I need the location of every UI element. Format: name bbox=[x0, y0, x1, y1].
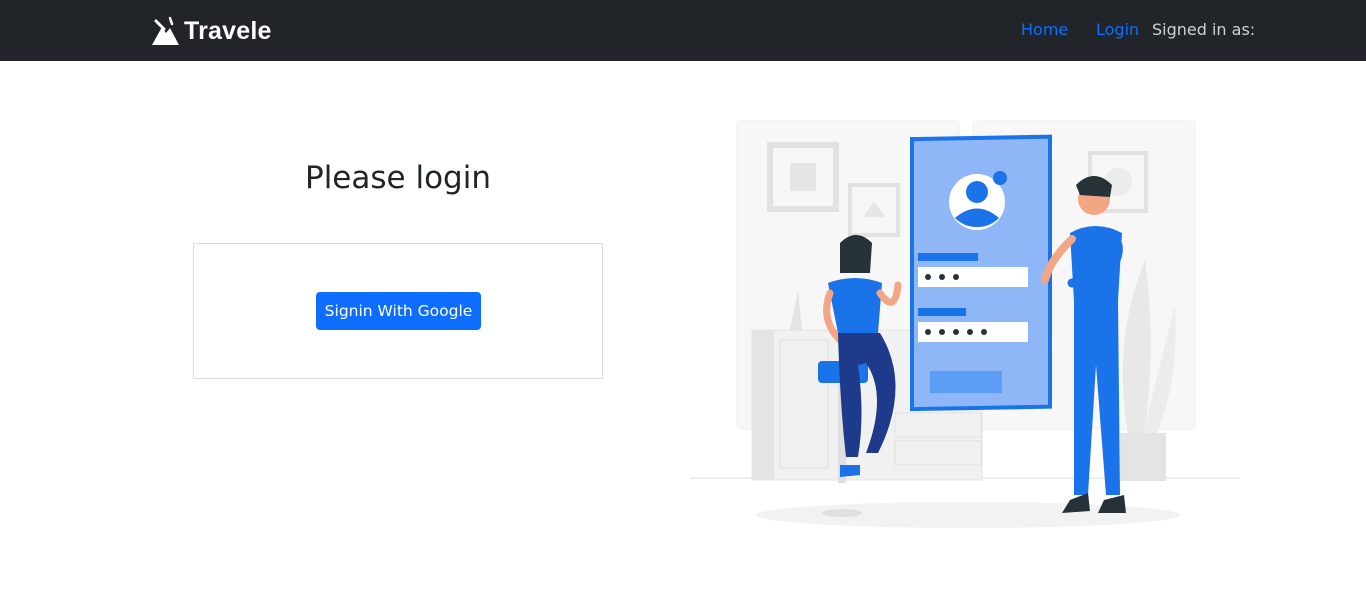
signin-google-button[interactable]: Signin With Google bbox=[316, 292, 481, 330]
brand-link[interactable]: Travele bbox=[150, 14, 272, 48]
navbar: Travele Home Login Signed in as: bbox=[0, 0, 1366, 61]
login-card: Signin With Google bbox=[193, 243, 603, 379]
page-title: Please login bbox=[305, 160, 491, 196]
mountain-logo-icon bbox=[152, 16, 179, 45]
signed-in-status: Signed in as: bbox=[1152, 20, 1256, 39]
nav-login-link[interactable]: Login bbox=[1096, 20, 1139, 40]
nav-home-link[interactable]: Home bbox=[1021, 20, 1068, 40]
brand-name: Travele bbox=[184, 16, 272, 45]
login-illustration-icon bbox=[690, 120, 1240, 528]
